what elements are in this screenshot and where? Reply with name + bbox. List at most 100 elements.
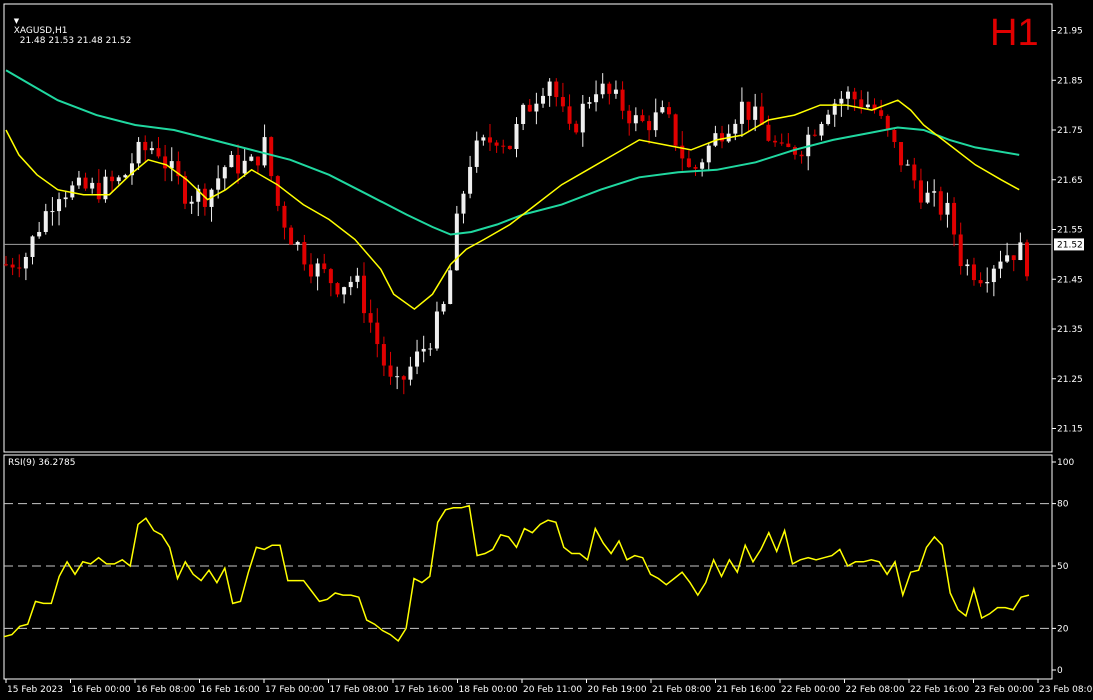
candle-bull <box>739 101 744 124</box>
timeframe-label: H1 <box>990 12 1039 54</box>
candle-bear <box>17 267 22 269</box>
time-tick-label: 16 Feb 08:00 <box>136 685 195 695</box>
candle-bear <box>501 145 506 147</box>
candle-bull <box>991 268 996 283</box>
ma-fast-line <box>5 99 1020 311</box>
candle-bull <box>348 281 353 288</box>
candle-bull <box>216 178 221 190</box>
candle-bear <box>640 115 645 122</box>
candle-bear <box>647 121 652 131</box>
price-tick-label: 21.65 <box>1057 176 1083 186</box>
candle-bull <box>580 103 585 133</box>
time-tick-label: 15 Feb 2023 <box>7 685 63 695</box>
candle-bear <box>620 89 625 111</box>
candle-bull <box>50 211 55 213</box>
candle-bear <box>255 156 260 166</box>
candle-bull <box>421 348 426 352</box>
candle-bear <box>567 106 572 124</box>
candle-bull <box>315 263 320 277</box>
time-tick-label: 16 Feb 00:00 <box>72 685 131 695</box>
candle-bull <box>468 166 473 194</box>
price-tick-label: 21.45 <box>1057 275 1083 285</box>
candle-bull <box>514 123 519 150</box>
rsi-series <box>3 504 1030 643</box>
candle-bull <box>541 95 546 104</box>
candle-bear <box>918 180 923 203</box>
candle-bull <box>355 275 360 282</box>
candle-bear <box>308 264 313 277</box>
candle-bear <box>852 91 857 100</box>
candle-bear <box>759 106 764 125</box>
rsi-axis: 100 80 50 20 0 <box>4 458 1074 676</box>
candle-bear <box>289 227 294 245</box>
candle-bear <box>673 114 678 146</box>
candle-bull <box>229 154 234 168</box>
candle-bear <box>912 164 917 181</box>
time-tick-label: 22 Feb 16:00 <box>910 685 969 695</box>
candle-bull <box>985 282 990 284</box>
candle-bull <box>1018 242 1023 261</box>
time-tick-label: 17 Feb 08:00 <box>330 685 389 695</box>
price-tick-label: 21.55 <box>1057 226 1083 236</box>
current-price-tag: 21.52 <box>1054 238 1084 251</box>
time-tick-label: 23 Feb 00:00 <box>975 685 1034 695</box>
time-axis: 15 Feb 2023 16 Feb 00:00 16 Feb 08:00 16 Fe… <box>5 679 1093 695</box>
candle-bull <box>925 192 930 203</box>
candle-bear <box>236 154 241 174</box>
candle-bull <box>521 104 526 124</box>
time-tick-label: 17 Feb 00:00 <box>265 685 324 695</box>
candle-bear <box>96 182 101 200</box>
candle-bear <box>143 141 148 151</box>
candle-bull <box>242 160 247 174</box>
candle-bear <box>978 280 983 284</box>
candle-bull <box>600 83 605 95</box>
candle-bull <box>633 115 638 124</box>
candle-bull <box>753 106 758 120</box>
candle-bear <box>401 376 406 380</box>
candle-bull <box>587 102 592 104</box>
candle-bear <box>1025 242 1029 277</box>
candle-bull <box>57 199 62 212</box>
candle-bull <box>839 98 844 104</box>
candle-bear <box>494 142 499 146</box>
candle-bear <box>554 81 559 98</box>
candle-bull <box>461 193 466 214</box>
time-tick-label: 22 Feb 08:00 <box>846 685 905 695</box>
candle-bull <box>700 162 705 169</box>
chevron-down-icon[interactable]: ▼ <box>14 17 19 25</box>
time-tick-label: 22 Feb 00:00 <box>781 685 840 695</box>
time-tick-label: 23 Feb 08:00 <box>1039 685 1093 695</box>
candle-bull <box>342 287 347 295</box>
candle-bear <box>779 142 784 144</box>
candle-bear <box>10 264 15 268</box>
candle-bull <box>945 202 950 215</box>
candle-bull <box>594 94 599 103</box>
price-tick-label: 21.75 <box>1057 126 1083 136</box>
candle-bull <box>30 236 35 257</box>
rsi-tick-label: 80 <box>1057 500 1069 510</box>
candle-bear <box>693 167 698 169</box>
candle-bear <box>786 143 791 148</box>
rsi-tick-label: 20 <box>1057 624 1069 634</box>
candle-bear <box>322 263 327 270</box>
candle-bull <box>826 114 831 124</box>
candle-bear <box>799 154 804 157</box>
candle-bear <box>627 110 632 124</box>
candle-bull <box>408 366 413 380</box>
candle-bull <box>262 137 267 166</box>
candle-bear <box>879 110 884 116</box>
candle-bull <box>295 242 300 245</box>
candle-bear <box>859 99 864 108</box>
rsi-pane-border <box>3 454 1053 680</box>
candle-bear <box>335 283 340 295</box>
candle-bear <box>388 365 393 377</box>
candle-bear <box>375 322 380 345</box>
candle-bull <box>70 185 75 198</box>
price-tick-label: 21.95 <box>1057 27 1083 37</box>
price-tick-label: 21.35 <box>1057 325 1083 335</box>
candle-bear <box>269 137 274 177</box>
time-tick-label: 16 Feb 16:00 <box>201 685 260 695</box>
symbol-header[interactable]: ▼ XAGUSD,H1 21.48 21.53 21.48 21.52 <box>8 6 132 46</box>
price-tick-label: 21.85 <box>1057 76 1083 86</box>
symbol-label: XAGUSD,H1 <box>13 26 68 36</box>
